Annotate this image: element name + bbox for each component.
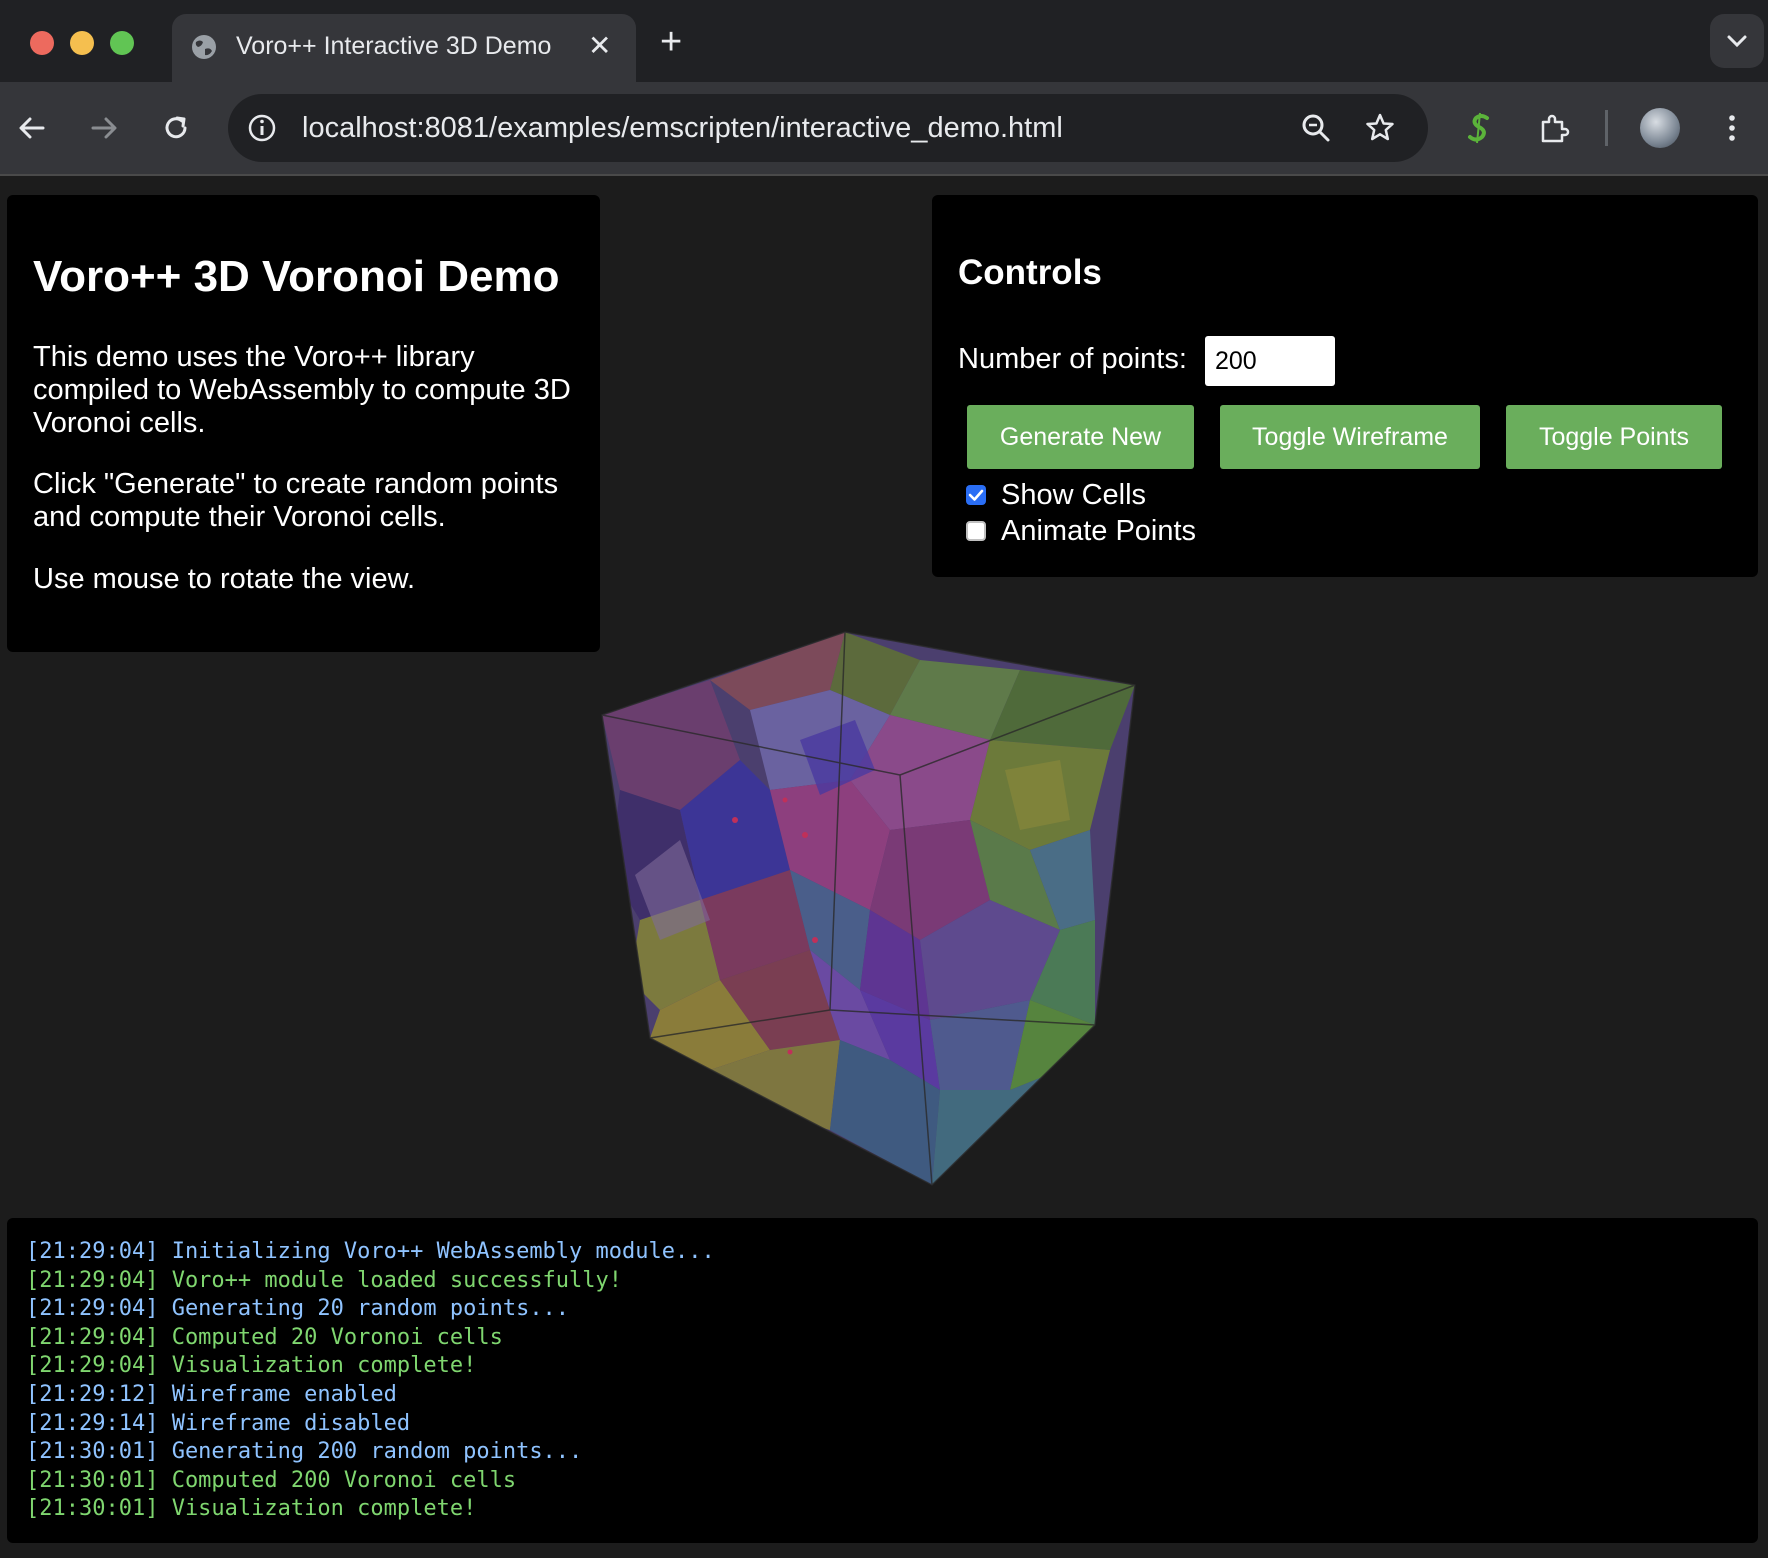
extension-s-icon[interactable] [1462, 110, 1498, 146]
forward-icon[interactable] [86, 110, 122, 146]
voronoi-3d-canvas[interactable] [590, 620, 1170, 1190]
menu-icon[interactable] [1714, 110, 1750, 146]
toggle-points-button[interactable]: Toggle Points [1506, 405, 1722, 469]
generate-new-button[interactable]: Generate New [967, 405, 1194, 469]
controls-panel: Controls Number of points: 200 Generate … [932, 195, 1758, 577]
log-panel: [21:29:04] Initializing Voro++ WebAssemb… [7, 1218, 1758, 1543]
reload-icon[interactable] [158, 110, 194, 146]
log-line: [21:29:12] Wireframe enabled [26, 1382, 397, 1407]
checkmark-icon [968, 489, 984, 501]
controls-title: Controls [958, 253, 1102, 292]
num-points-input[interactable]: 200 [1205, 336, 1335, 386]
info-panel: Voro++ 3D Voronoi Demo This demo uses th… [7, 195, 600, 652]
animate-points-checkbox[interactable] [966, 521, 986, 541]
toggle-wireframe-button[interactable]: Toggle Wireframe [1220, 405, 1480, 469]
minimize-window-button[interactable] [70, 31, 94, 55]
log-line: [21:29:04] Voro++ module loaded successf… [26, 1267, 623, 1293]
maximize-window-button[interactable] [110, 31, 134, 55]
tab-close-button[interactable]: ✕ [588, 28, 611, 64]
site-info-icon[interactable] [244, 110, 280, 146]
log-line: [21:29:04] Initializing Voro++ WebAssemb… [26, 1239, 715, 1264]
new-tab-button[interactable]: + [660, 22, 682, 62]
browser-toolbar: localhost:8081/examples/emscripten/inter… [0, 82, 1768, 176]
zoom-icon[interactable] [1298, 110, 1334, 146]
tab-title: Voro++ Interactive 3D Demo [236, 32, 552, 60]
show-cells-checkbox[interactable] [966, 485, 986, 505]
globe-icon [192, 35, 216, 59]
tab-list-button[interactable] [1710, 14, 1764, 68]
back-icon[interactable] [14, 110, 50, 146]
page-title: Voro++ 3D Voronoi Demo [33, 252, 560, 301]
log-line: [21:30:01] Computed 200 Voronoi cells [26, 1467, 517, 1493]
toolbar-separator [1605, 110, 1608, 146]
show-cells-label[interactable]: Show Cells [1001, 477, 1146, 513]
animate-points-label[interactable]: Animate Points [1001, 513, 1196, 549]
browser-titlebar: Voro++ Interactive 3D Demo ✕ + [0, 0, 1768, 82]
log-line: [21:30:01] Visualization complete! [26, 1496, 477, 1522]
log-line: [21:29:04] Visualization complete! [26, 1353, 477, 1379]
close-window-button[interactable] [30, 31, 54, 55]
url-text[interactable]: localhost:8081/examples/emscripten/inter… [302, 110, 1063, 146]
browser-tab[interactable]: Voro++ Interactive 3D Demo ✕ [172, 14, 636, 82]
log-line: [21:30:01] Generating 200 random points.… [26, 1439, 583, 1465]
log-line: [21:29:04] Computed 20 Voronoi cells [26, 1324, 503, 1350]
bookmark-star-icon[interactable] [1362, 110, 1398, 146]
log-line: [21:29:04] Generating 20 random points..… [26, 1296, 570, 1322]
info-mouse-hint: Use mouse to rotate the view. [33, 563, 416, 595]
info-description: This demo uses the Voro++ library compil… [33, 341, 571, 439]
chevron-down-icon [1727, 35, 1747, 48]
profile-avatar[interactable] [1640, 108, 1680, 148]
extensions-puzzle-icon[interactable] [1536, 110, 1572, 146]
info-instructions: Click "Generate" to create random points… [33, 468, 559, 533]
num-points-label: Number of points: [958, 343, 1187, 375]
log-line: [21:29:14] Wireframe disabled [26, 1410, 411, 1436]
address-bar[interactable]: localhost:8081/examples/emscripten/inter… [228, 94, 1428, 162]
